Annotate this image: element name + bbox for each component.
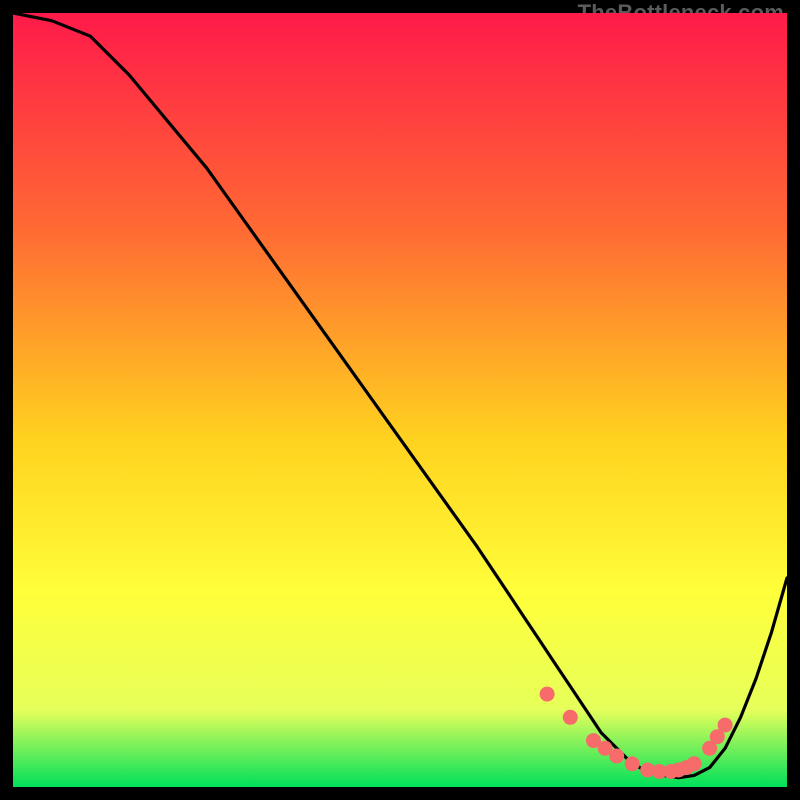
scatter-point <box>718 718 733 733</box>
background-gradient <box>13 13 787 787</box>
scatter-point <box>687 756 702 771</box>
chart-container: TheBottleneck.com <box>0 0 800 800</box>
scatter-point <box>540 687 555 702</box>
scatter-point <box>625 756 640 771</box>
bottleneck-chart <box>13 13 787 787</box>
scatter-point <box>563 710 578 725</box>
scatter-point <box>609 749 624 764</box>
